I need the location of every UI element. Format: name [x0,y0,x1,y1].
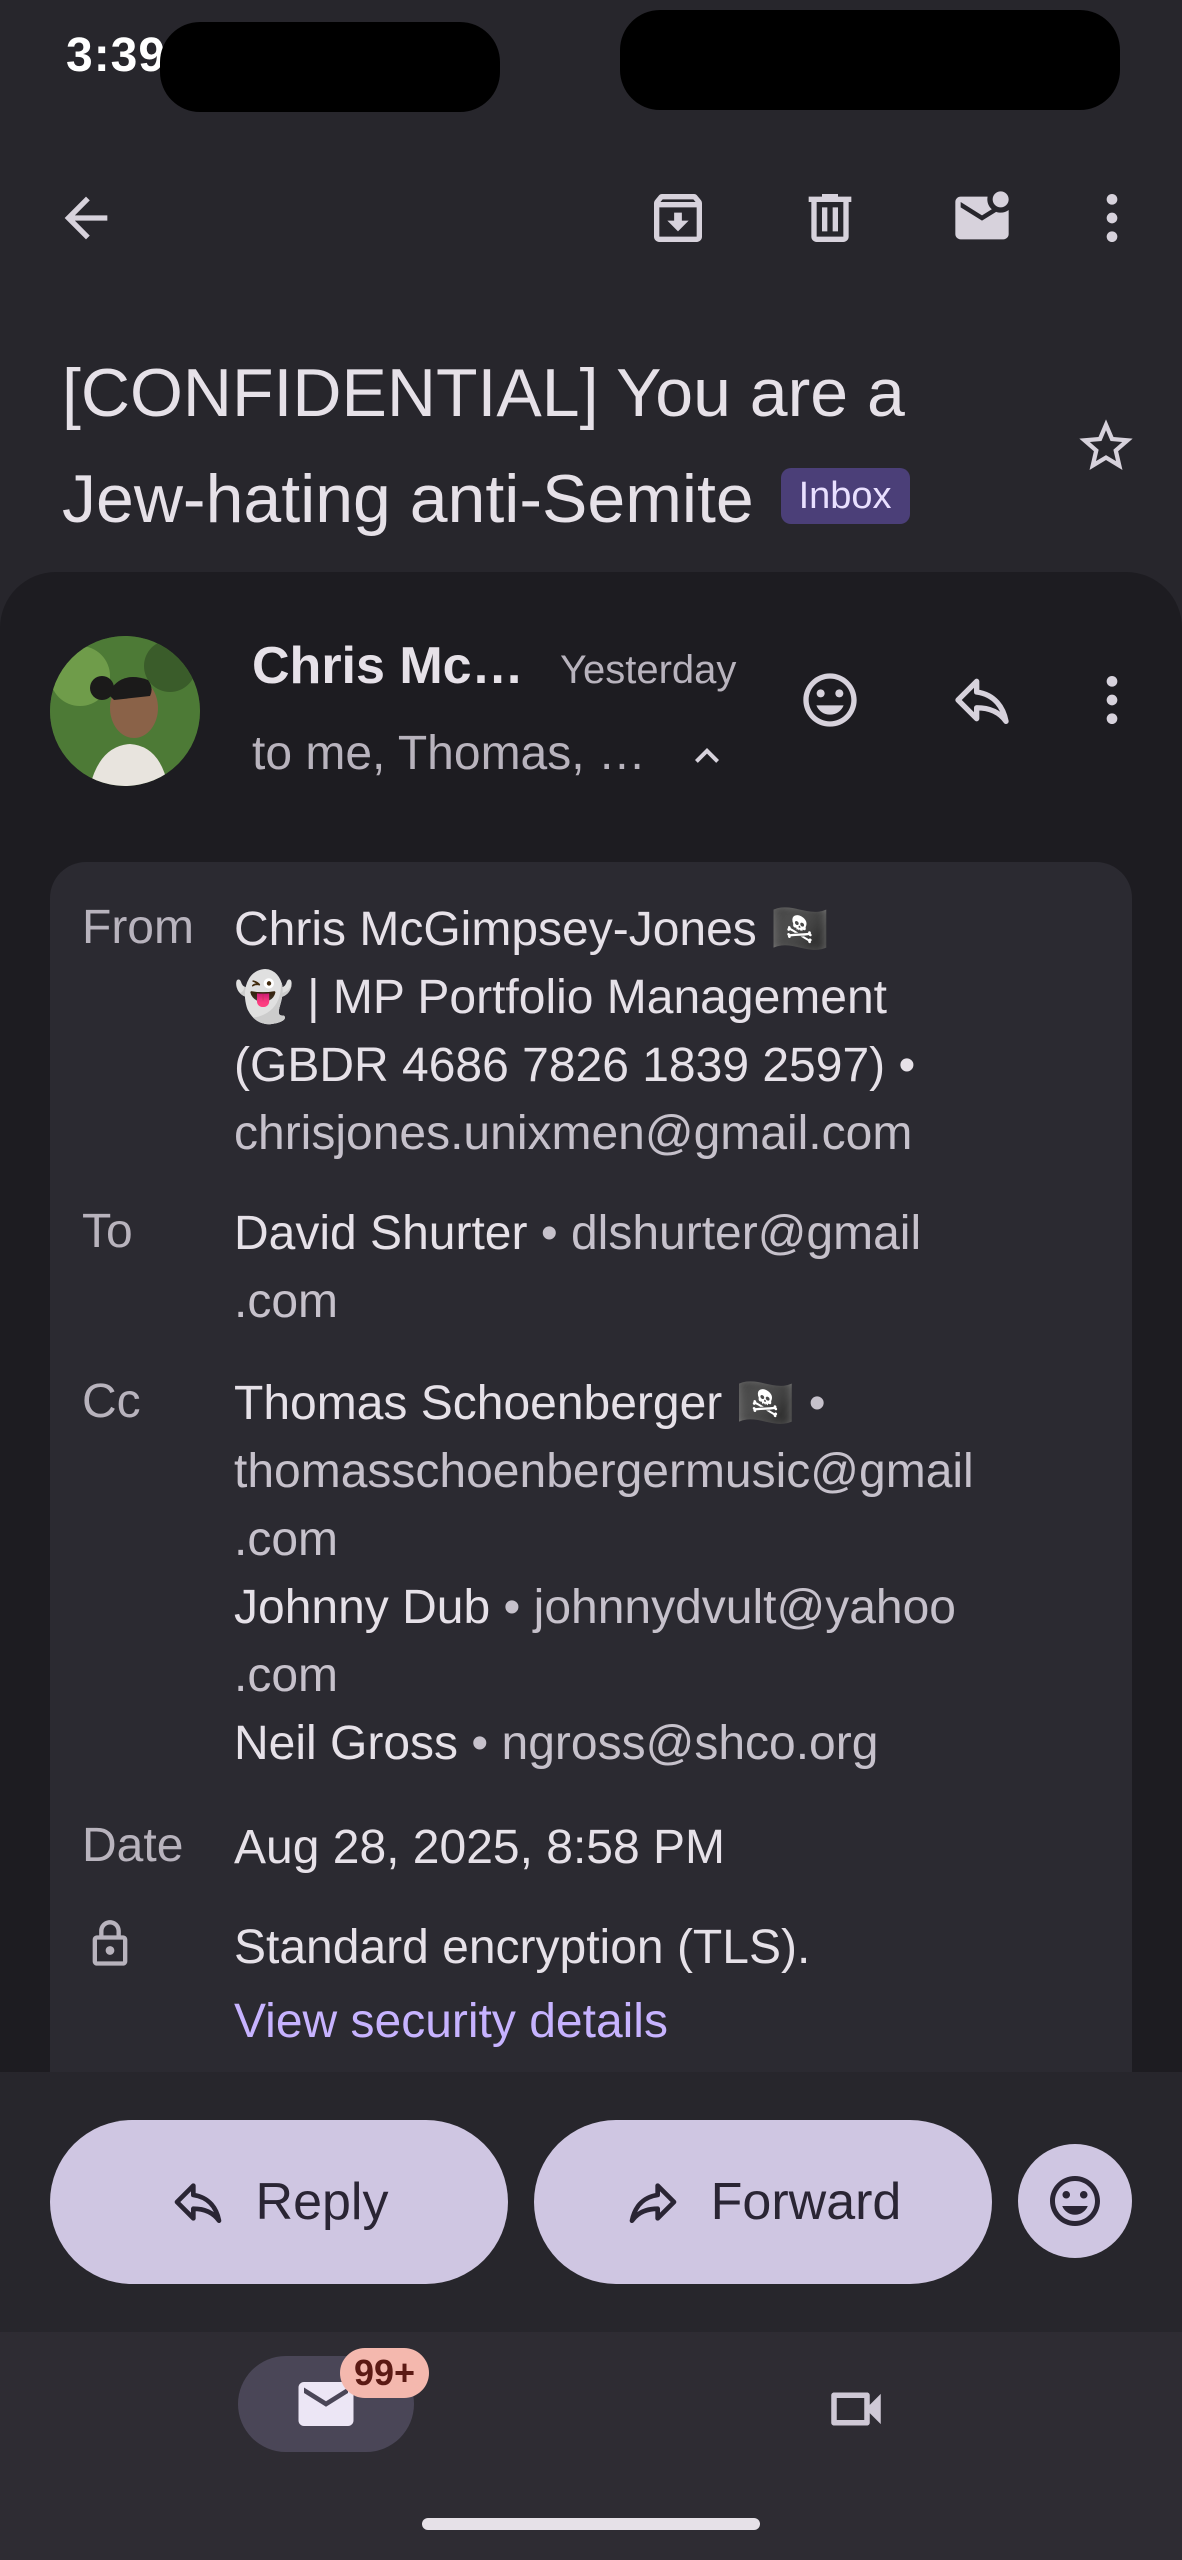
avatar-photo [50,636,200,786]
lock-icon [84,1918,136,1975]
star-button[interactable] [1056,396,1156,496]
email-subject: [CONFIDENTIAL] You are a Jew-hating anti… [62,340,1062,552]
status-time: 3:39 [66,29,167,82]
redaction-block [620,10,1120,110]
cc-email[interactable]: thomasschoenbergermusic@gmail [234,1438,1094,1506]
cc-email-cont: .com [234,1513,339,1566]
from-name[interactable]: Chris McGimpsey-Jones 🏴‍☠️ [234,896,1094,964]
date-value: Aug 28, 2025, 8:58 PM [234,1821,726,1874]
avatar[interactable] [50,636,200,786]
recipients-text: to me, Thomas, … [252,727,646,780]
sender-name[interactable]: Chris Mc… [252,636,524,696]
archive-icon [654,194,702,242]
mail-unread-icon [955,191,1009,240]
to-name[interactable]: David Shurter [234,1207,527,1260]
arrow-back-icon [64,196,108,240]
cc-label: Cc [82,1375,141,1428]
cc-separator: • [490,1581,534,1634]
from-name-line2: 👻 | MP Portfolio Management [234,971,887,1024]
from-name-line3: (GBDR 4686 7826 1839 2597) • [234,1039,916,1092]
encryption-text: Standard encryption (TLS). [234,1921,811,1974]
cc-email-cont: .com [234,1649,339,1702]
from-label: From [82,901,194,954]
message-more-button[interactable] [1062,650,1162,750]
reply-icon [955,678,1009,724]
home-indicator[interactable] [422,2518,760,2530]
to-value: David Shurter • dlshurter@gmail .com [234,1200,1094,1336]
reply-label: Reply [255,2173,389,2231]
cc-name[interactable]: Thomas Schoenberger 🏴‍☠️ [234,1377,795,1430]
unread-count-badge: 99+ [340,2348,430,2398]
cc-name[interactable]: Neil Gross [234,1717,458,1770]
video-camera-icon [831,2392,881,2426]
cc-email[interactable]: ngross@shco.org [502,1717,879,1770]
to-email[interactable]: • dlshurter@gmail [541,1207,921,1260]
cc-separator: • [795,1377,826,1430]
add-reaction-button[interactable] [780,650,880,750]
cc-name[interactable]: Johnny Dub [234,1581,490,1634]
archive-button[interactable] [628,168,728,268]
more-vert-icon [1106,676,1118,724]
cc-email[interactable]: johnnydvult@yahoo [534,1581,956,1634]
redaction-block [160,22,500,112]
reply-button[interactable]: Reply [50,2120,508,2284]
back-button[interactable] [36,168,136,268]
more-options-button[interactable] [1062,168,1162,268]
nav-meet-tab[interactable] [806,2364,906,2454]
forward-icon [629,2183,676,2223]
to-email-cont: .com [234,1275,339,1328]
forward-label: Forward [710,2173,902,2231]
star-icon [1079,419,1133,470]
emoji-react-button[interactable] [1018,2144,1132,2258]
forward-button[interactable]: Forward [534,2120,992,2284]
reply-icon-button[interactable] [932,650,1032,750]
emoji-icon [803,673,857,727]
inbox-label-chip[interactable]: Inbox [780,468,910,525]
reply-icon [174,2183,221,2223]
mark-unread-button[interactable] [932,168,1032,268]
cc-value: Thomas Schoenberger 🏴‍☠️ • thomasschoenb… [234,1370,1094,1778]
date-label: Date [82,1819,184,1872]
subject-text: [CONFIDENTIAL] You are a Jew-hating anti… [62,355,905,537]
emoji-icon [1050,2176,1100,2226]
recipients-summary[interactable]: to me, Thomas, … [252,726,731,781]
chevron-up-icon [695,748,720,764]
more-vert-icon [1106,194,1118,242]
message-time: Yesterday [560,648,737,692]
cc-separator: • [458,1717,502,1770]
from-value: Chris McGimpsey-Jones 🏴‍☠️ 👻 | MP Portfo… [234,896,1094,1168]
from-email[interactable]: chrisjones.unixmen@gmail.com [234,1100,1094,1168]
security-details-link[interactable]: View security details [234,1988,668,2056]
to-label: To [82,1205,133,1258]
trash-icon [808,194,852,242]
delete-button[interactable] [780,168,880,268]
